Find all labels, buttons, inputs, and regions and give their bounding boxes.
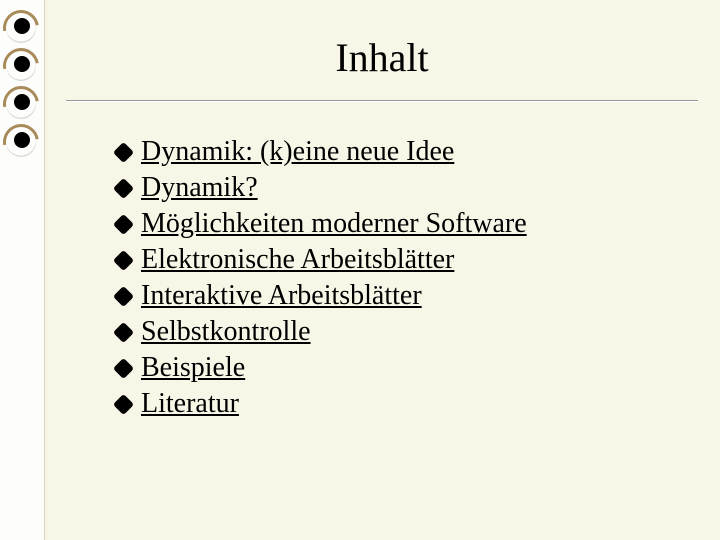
- diamond-bullet-icon: [113, 357, 134, 378]
- toc-link-5[interactable]: Interaktive Arbeitsblätter: [141, 282, 422, 310]
- list-item: Dynamik?: [116, 170, 690, 206]
- diamond-bullet-icon: [113, 393, 134, 414]
- spiral-binding: [0, 0, 45, 540]
- title-divider: [66, 100, 698, 101]
- diamond-bullet-icon: [113, 141, 134, 162]
- slide-title: Inhalt: [44, 34, 720, 81]
- toc-link-3[interactable]: Möglichkeiten moderner Software: [141, 210, 527, 238]
- list-item: Elektronische Arbeitsblätter: [116, 242, 690, 278]
- list-item: Beispiele: [116, 350, 690, 386]
- list-item: Interaktive Arbeitsblätter: [116, 278, 690, 314]
- list-item: Literatur: [116, 386, 690, 422]
- content-list: Dynamik: (k)eine neue Idee Dynamik? Mögl…: [116, 134, 690, 422]
- toc-link-1[interactable]: Dynamik: (k)eine neue Idee: [141, 138, 454, 166]
- diamond-bullet-icon: [113, 249, 134, 270]
- toc-link-6[interactable]: Selbstkontrolle: [141, 318, 311, 346]
- slide: Inhalt Dynamik: (k)eine neue Idee Dynami…: [0, 0, 720, 540]
- list-item: Dynamik: (k)eine neue Idee: [116, 134, 690, 170]
- list-item: Möglichkeiten moderner Software: [116, 206, 690, 242]
- diamond-bullet-icon: [113, 321, 134, 342]
- toc-link-8[interactable]: Literatur: [141, 390, 239, 418]
- diamond-bullet-icon: [113, 285, 134, 306]
- diamond-bullet-icon: [113, 213, 134, 234]
- diamond-bullet-icon: [113, 177, 134, 198]
- toc-link-2[interactable]: Dynamik?: [141, 174, 258, 202]
- toc-link-7[interactable]: Beispiele: [141, 354, 245, 382]
- list-item: Selbstkontrolle: [116, 314, 690, 350]
- toc-link-4[interactable]: Elektronische Arbeitsblätter: [141, 246, 454, 274]
